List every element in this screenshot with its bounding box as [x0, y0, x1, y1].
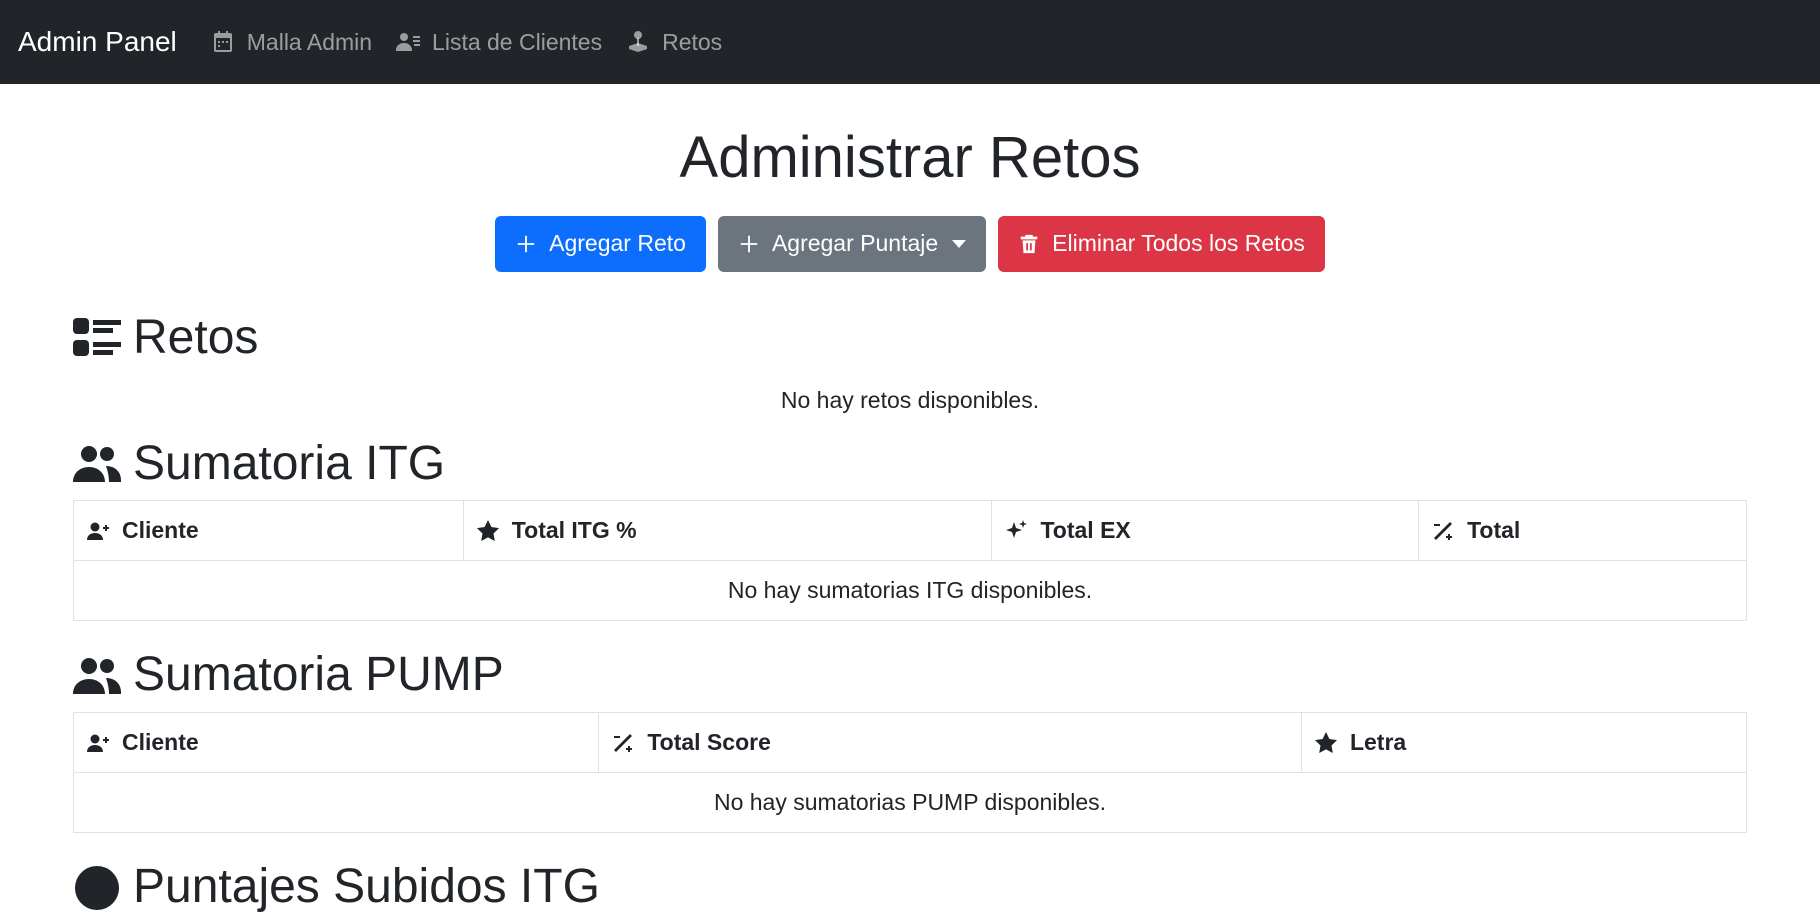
- pump-section-title: Sumatoria PUMP: [73, 649, 1747, 702]
- delete-all-label: Eliminar Todos los Retos: [1052, 230, 1305, 257]
- page-title: Administrar Retos: [679, 125, 1141, 190]
- itg-table: Cliente Total ITG % Total EX Total No ha…: [73, 500, 1747, 622]
- itg-scores-title-text: Puntajes Subidos ITG: [133, 860, 600, 914]
- col-header-total-itg: Total ITG %: [462, 500, 993, 562]
- user-circle-icon: [75, 865, 119, 910]
- user-list-icon: [396, 33, 421, 51]
- itg-title-text: Sumatoria ITG: [133, 436, 446, 490]
- delete-all-challenges-button[interactable]: Eliminar Todos los Retos: [998, 215, 1325, 272]
- table-header-row: Cliente Total Score Letra: [72, 712, 1748, 774]
- itg-section-title: Sumatoria ITG: [73, 436, 1747, 491]
- star-icon: [476, 519, 499, 541]
- calendar-icon: [213, 31, 232, 52]
- nav-link-label: Retos: [662, 28, 723, 55]
- plus-icon: [517, 235, 535, 253]
- table-row: No hay sumatorias ITG disponibles.: [73, 560, 1747, 622]
- col-header-total-score: Total Score: [598, 712, 1302, 774]
- star-icon: [1314, 731, 1337, 753]
- action-buttons: Agregar Reto Agregar Puntaje Eliminar To…: [73, 215, 1747, 272]
- nav-link-label: Lista de Clientes: [432, 28, 603, 55]
- col-header-cliente: Cliente: [72, 712, 600, 774]
- trash-icon: [1020, 234, 1038, 253]
- navbar-brand[interactable]: Admin Panel: [18, 26, 177, 58]
- col-header-total: Total: [1418, 500, 1747, 562]
- sparkles-icon: [1006, 519, 1028, 538]
- table-header-row: Cliente Total ITG % Total EX Total: [73, 500, 1747, 562]
- main-container: Administrar Retos Agregar Reto Agregar P…: [72, 125, 1748, 914]
- retos-title-text: Retos: [133, 310, 259, 364]
- user-icon: [87, 734, 109, 752]
- users-icon: [73, 657, 121, 694]
- col-header-total-ex: Total EX: [991, 500, 1420, 562]
- add-challenge-label: Agregar Reto: [549, 230, 686, 257]
- itg-empty-message: No hay sumatorias ITG disponibles.: [73, 560, 1747, 622]
- percent-icon: [1434, 521, 1453, 540]
- top-navbar: Admin Panel Malla Admin Lista de Cliente…: [0, 0, 1820, 84]
- chevron-down-icon: [952, 239, 967, 248]
- pump-empty-message: No hay sumatorias PUMP disponibles.: [73, 772, 1747, 834]
- add-score-dropdown-button[interactable]: Agregar Puntaje: [717, 215, 987, 272]
- add-challenge-button[interactable]: Agregar Reto: [495, 215, 706, 272]
- nav-link-label: Malla Admin: [246, 28, 373, 55]
- retos-section-title: Retos: [73, 310, 1747, 365]
- retos-empty-message: No hay retos disponibles.: [780, 386, 1040, 413]
- plus-icon: [740, 235, 758, 253]
- pump-title-text: Sumatoria PUMP: [133, 648, 504, 702]
- joystick-icon: [629, 31, 648, 52]
- nav-link-malla-admin[interactable]: Malla Admin: [211, 29, 372, 56]
- add-score-label: Agregar Puntaje: [771, 230, 939, 257]
- users-icon: [73, 445, 121, 482]
- col-header-cliente: Cliente: [73, 500, 464, 562]
- user-icon: [87, 522, 109, 540]
- col-header-letra: Letra: [1300, 712, 1748, 774]
- checklist-icon: [73, 318, 121, 357]
- table-row: No hay sumatorias PUMP disponibles.: [73, 772, 1747, 834]
- nav-link-lista-clientes[interactable]: Lista de Clientes: [396, 29, 602, 56]
- itg-scores-section-title: Puntajes Subidos ITG: [73, 860, 1747, 914]
- nav-link-retos[interactable]: Retos: [626, 29, 722, 56]
- percent-icon: [614, 733, 633, 752]
- pump-table: Cliente Total Score Letra No hay sumator…: [72, 712, 1748, 834]
